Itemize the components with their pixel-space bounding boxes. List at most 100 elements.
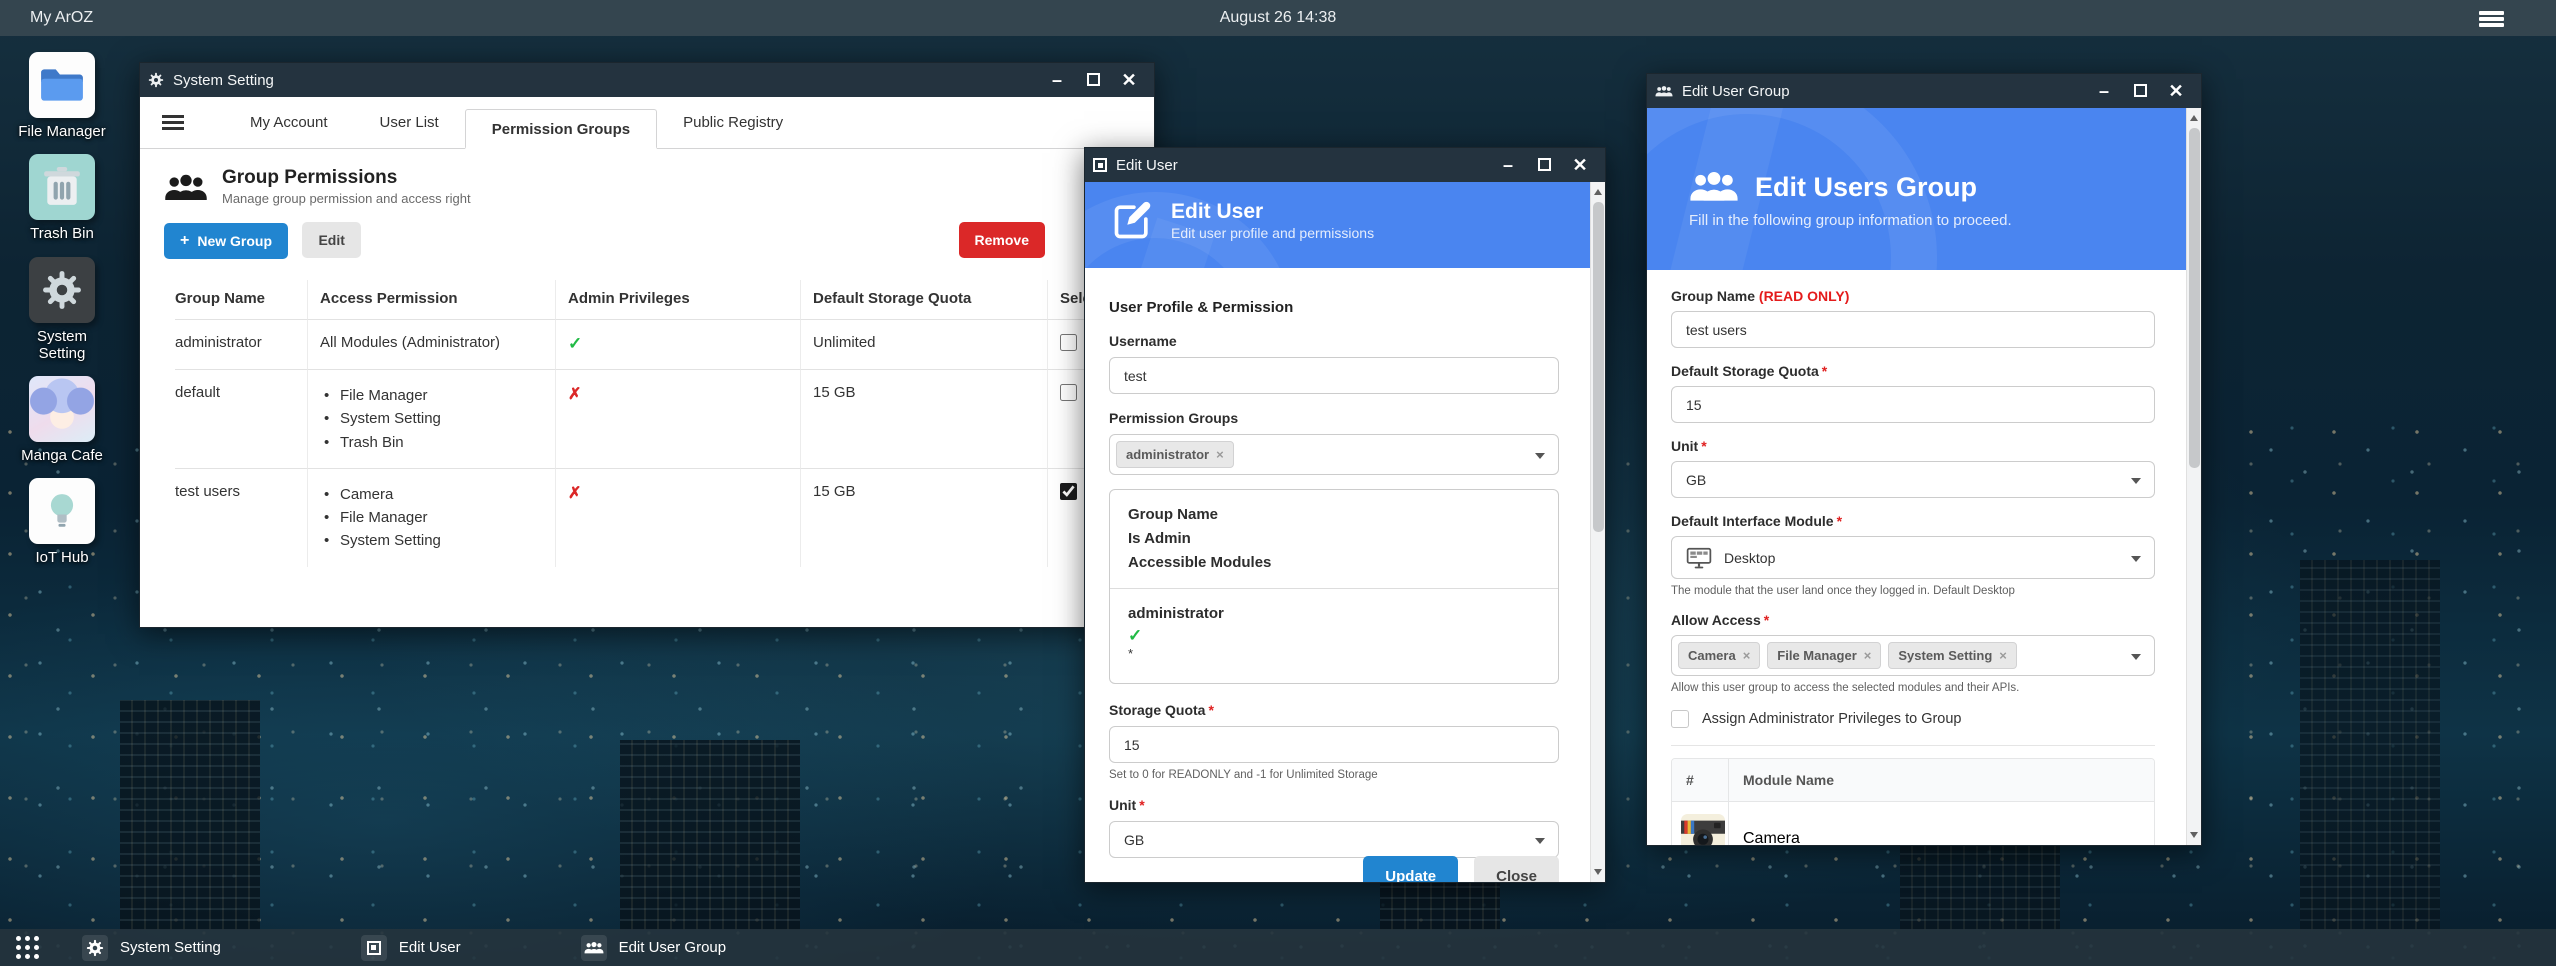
camera-module-icon [1681, 814, 1725, 846]
edit-user-group-titlebar[interactable]: Edit User Group – ✕ [1647, 74, 2201, 108]
section-heading: User Profile & Permission [1109, 299, 1559, 316]
hamburger-menu-icon[interactable] [2479, 11, 2504, 15]
assign-admin-label: Assign Administrator Privileges to Group [1702, 711, 1962, 727]
close-button[interactable]: ✕ [1120, 71, 1138, 89]
section-subtitle: Manage group permission and access right [222, 191, 471, 206]
chevron-down-icon [2131, 478, 2141, 484]
tab-user-list[interactable]: User List [354, 97, 465, 148]
close-dialog-button[interactable]: Close [1474, 856, 1559, 883]
remove-group-button[interactable]: Remove [959, 222, 1045, 258]
tab-permission-groups[interactable]: Permission Groups [465, 109, 657, 149]
column-header-module-name: Module Name [1728, 759, 2154, 801]
chevron-down-icon [2131, 556, 2141, 562]
username-field[interactable]: test [1109, 357, 1559, 394]
scrollbar[interactable] [1590, 182, 1605, 882]
chevron-down-icon [1535, 838, 1545, 844]
default-interface-module-select[interactable]: Desktop [1671, 536, 2155, 579]
permission-groups-table: Group Name Access Permission Admin Privi… [175, 280, 1130, 567]
minimize-button[interactable]: – [2095, 82, 2113, 100]
plus-icon: + [180, 232, 189, 250]
chip-remove-icon[interactable]: × [1743, 648, 1751, 663]
desktop-icon-iot-hub[interactable]: IoT Hub [12, 478, 112, 566]
app-launcher-grid-icon[interactable] [16, 936, 40, 960]
username-label: Username [1109, 333, 1559, 349]
unit-select[interactable]: GB [1109, 821, 1559, 858]
taskbar-item-edit-user-group[interactable]: Edit User Group [571, 929, 737, 966]
default-storage-quota-field[interactable]: 15 [1671, 386, 2155, 423]
system-setting-titlebar[interactable]: System Setting – ✕ [140, 63, 1154, 97]
chip-remove-icon[interactable]: × [1216, 447, 1224, 462]
cell-access-permission: Camera File Manager System Setting [307, 468, 555, 567]
edit-group-button[interactable]: Edit [302, 222, 360, 258]
module-name: Camera [1728, 802, 2154, 846]
taskbar-item-edit-user[interactable]: Edit User [351, 929, 471, 966]
minimize-button[interactable]: – [1048, 71, 1066, 89]
scroll-down-icon[interactable] [2187, 827, 2201, 843]
permission-groups-label: Permission Groups [1109, 410, 1559, 426]
dialog-subtitle: Edit user profile and permissions [1171, 225, 1374, 241]
chevron-down-icon[interactable] [1535, 453, 1545, 459]
scrollbar[interactable] [2186, 108, 2201, 845]
edit-user-titlebar[interactable]: Edit User – ✕ [1085, 148, 1605, 182]
interface-module-help: The module that the user land once they … [1671, 585, 2155, 597]
users-group-icon [164, 173, 208, 203]
minimize-button[interactable]: – [1499, 156, 1517, 174]
chip-remove-icon[interactable]: × [1999, 648, 2007, 663]
taskbar: System Setting Edit User Edit User Group [0, 929, 2556, 966]
desktop-icon-file-manager[interactable]: File Manager [12, 52, 112, 140]
unit-label: Unit* [1671, 438, 2155, 454]
scroll-up-icon[interactable] [1591, 184, 1605, 200]
edit-user-group-header: Edit Users Group Fill in the following g… [1647, 108, 2201, 270]
maximize-button[interactable] [1538, 158, 1551, 171]
section-title: Group Permissions [222, 167, 471, 189]
desktop-icon-system-setting[interactable]: System Setting [12, 257, 112, 363]
close-button[interactable]: ✕ [2167, 82, 2185, 100]
group-permissions-header: Group Permissions Manage group permissio… [164, 167, 1130, 206]
desktop-icon-manga-cafe[interactable]: Manga Cafe [12, 376, 112, 464]
row-select-checkbox[interactable] [1060, 334, 1077, 351]
scrollbar-thumb[interactable] [2189, 128, 2200, 468]
gear-icon [148, 72, 164, 88]
maximize-button[interactable] [1087, 73, 1100, 86]
gear-icon [82, 935, 108, 961]
permission-groups-multiselect[interactable]: administrator× [1109, 434, 1559, 475]
module-chip: Camera× [1678, 642, 1760, 669]
new-group-button[interactable]: +New Group [164, 223, 288, 259]
close-button[interactable]: ✕ [1571, 156, 1589, 174]
manga-cafe-artwork-icon [29, 376, 95, 442]
assign-admin-checkbox[interactable] [1671, 710, 1689, 728]
row-select-checkbox[interactable] [1060, 384, 1077, 401]
desktop-icon-trash-bin[interactable]: Trash Bin [12, 154, 112, 242]
chevron-down-icon[interactable] [2131, 654, 2141, 660]
divider [1671, 745, 2155, 746]
module-chip: File Manager× [1767, 642, 1881, 669]
cell-group-name: test users [175, 468, 307, 567]
update-button[interactable]: Update [1363, 856, 1458, 883]
tab-public-registry[interactable]: Public Registry [657, 97, 809, 148]
gear-icon [29, 257, 95, 323]
edit-user-group-window: Edit User Group – ✕ Edit Users Group Fil… [1646, 73, 2202, 846]
cell-access-permission: All Modules (Administrator) [307, 319, 555, 369]
is-admin-check-icon: ✓ [1128, 626, 1540, 646]
scroll-up-icon[interactable] [2187, 110, 2201, 126]
lightbulb-icon [29, 478, 95, 544]
scroll-down-icon[interactable] [1591, 864, 1605, 880]
allow-access-multiselect[interactable]: Camera× File Manager× System Setting× [1671, 635, 2155, 676]
tab-menu-icon[interactable] [162, 115, 184, 130]
dialog-subtitle: Fill in the following group information … [1689, 212, 2201, 229]
tab-my-account[interactable]: My Account [224, 97, 354, 148]
row-select-checkbox[interactable] [1060, 483, 1077, 500]
maximize-button[interactable] [2134, 84, 2147, 97]
wallpaper-building [2300, 560, 2440, 930]
cell-storage-quota: 15 GB [800, 369, 1047, 468]
taskbar-item-system-setting[interactable]: System Setting [72, 929, 231, 966]
admin-cross-icon: ✗ [568, 386, 581, 403]
storage-quota-field[interactable]: 15 [1109, 726, 1559, 763]
chip-remove-icon[interactable]: × [1864, 648, 1872, 663]
module-row-camera: Camera [1672, 802, 2154, 846]
group-name-field[interactable]: test users [1671, 311, 2155, 348]
scrollbar-thumb[interactable] [1593, 202, 1604, 532]
cell-group-name: administrator [175, 319, 307, 369]
unit-select[interactable]: GB [1671, 461, 2155, 498]
allow-access-help: Allow this user group to access the sele… [1671, 682, 2155, 694]
